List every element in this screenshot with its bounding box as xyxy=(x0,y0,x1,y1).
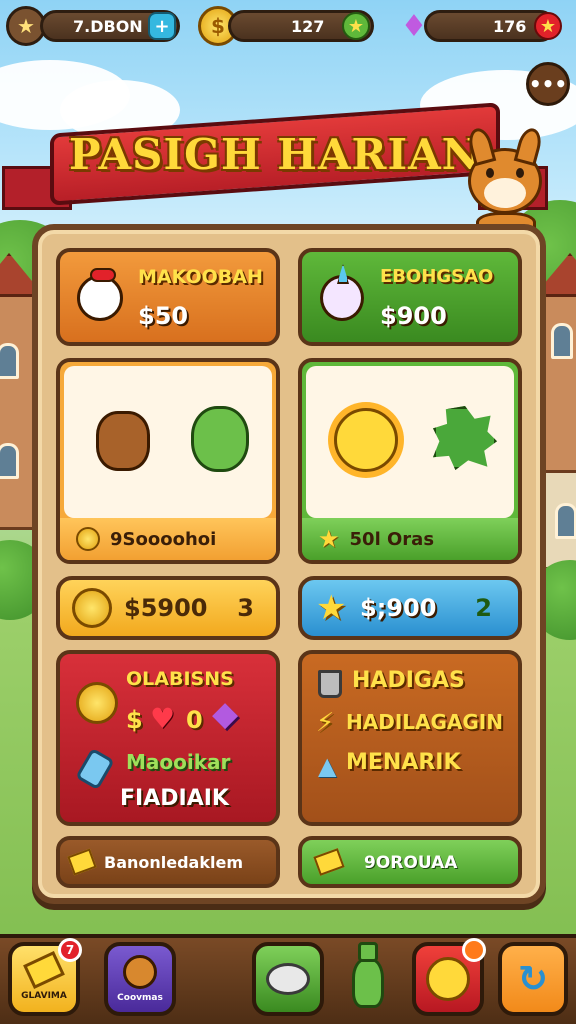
mascot-fox xyxy=(454,125,558,238)
badge-pet-icon xyxy=(426,392,504,484)
bolt-icon: ⚡ xyxy=(316,708,335,738)
nav-button-refresh[interactable]: ↻ xyxy=(498,942,568,1016)
smile-nav-icon xyxy=(426,957,470,1001)
red-panel-line2: $ xyxy=(126,706,143,734)
nav-pets-label: Coovmas xyxy=(117,993,163,1003)
nav-games-badge xyxy=(462,938,486,962)
unicorn-icon xyxy=(312,264,372,330)
bucket-icon xyxy=(318,670,342,698)
bunny-pet-icon xyxy=(182,392,258,486)
blue-bar-count: 2 xyxy=(475,594,492,622)
bear-pet-icon xyxy=(88,396,158,486)
currency2-add-button[interactable]: ★ xyxy=(342,12,370,40)
big-coin-icon xyxy=(72,588,112,628)
top-resource-bar: ★ 7.DBON + $ 127 ★ ♦ 176 ★ xyxy=(6,6,570,46)
star-bundle-bar[interactable]: ★ $;900 2 xyxy=(298,576,522,640)
gem-purple-icon: ◆ xyxy=(212,694,239,734)
ticket-nav-icon xyxy=(23,951,65,989)
blue-bar-value: $;900 xyxy=(360,594,437,622)
nav-button-games[interactable] xyxy=(412,938,486,1016)
coin-bar-count: 3 xyxy=(237,594,254,622)
pet-card-right[interactable]: ★ 50l Oras xyxy=(298,358,522,564)
green-card-value: $900 xyxy=(380,302,447,330)
tube-icon xyxy=(75,747,115,791)
potion-nav-icon[interactable] xyxy=(346,942,390,1014)
orange-card-value: $50 xyxy=(138,302,189,330)
currency3-value: 176 xyxy=(493,16,527,36)
star-small-icon: ★ xyxy=(318,525,340,553)
red-panel-line4: Maooikar xyxy=(126,750,231,774)
chicken-icon xyxy=(70,266,130,330)
brown-panel-line1: HADIGAS xyxy=(352,668,465,693)
more-menu-button[interactable]: ••• xyxy=(526,62,570,106)
orange-card-title: MAKOOBAH xyxy=(138,266,263,288)
bottom-right-button[interactable]: 9OROUAA xyxy=(298,836,522,888)
coin-stack-icon xyxy=(76,682,118,724)
brown-panel-line3: MENARIK xyxy=(346,750,461,775)
reward-panel-brown[interactable]: HADIGAS ⚡ HADILAGAGIN ▲ MENARIK xyxy=(298,650,522,826)
currency3-add-button[interactable]: ★ xyxy=(534,12,562,40)
coin-small-icon xyxy=(76,527,100,551)
pet-left-label: 9Soooohoi xyxy=(110,528,217,550)
daily-rewards-board: MAKOOBAH $50 EBOHGSAO $900 9Soooohoi ★ 5… xyxy=(32,224,546,904)
ticket-icon xyxy=(67,848,97,876)
bottom-nav-bar: GLAVIMA 7 Coovmas ↻ xyxy=(0,934,576,1024)
reward-panel-red[interactable]: OLABISNS $ ♥ 0 ◆ Maooikar FIADIAIK xyxy=(56,650,280,826)
pet-card-left[interactable]: 9Soooohoi xyxy=(56,358,280,564)
nav-button-rewards[interactable]: GLAVIMA 7 xyxy=(8,938,82,1016)
banner-title: PASIGH HARIAN xyxy=(68,129,482,179)
star-bar-icon: ★ xyxy=(316,588,347,628)
nav-rewards-label: GLAVIMA xyxy=(21,991,67,1001)
red-panel-line3: 0 xyxy=(186,706,203,734)
coin-bundle-bar[interactable]: $5900 3 xyxy=(56,576,280,640)
cat-toy-icon: ▲ xyxy=(318,752,337,780)
refresh-icon: ↻ xyxy=(517,958,549,1000)
reward-card-orange[interactable]: MAKOOBAH $50 xyxy=(56,248,280,346)
pet-right-label: 50l Oras xyxy=(349,528,435,550)
reward-card-green[interactable]: EBOHGSAO $900 xyxy=(298,248,522,346)
title-banner: PASIGH HARIAN xyxy=(2,102,548,210)
currency1-value: 7.DBON xyxy=(73,16,143,36)
nav-button-shop[interactable] xyxy=(252,942,324,1016)
bottom-right-label: 9OROUAA xyxy=(364,853,458,873)
fish-nav-icon xyxy=(266,963,310,995)
nav-rewards-badge: 7 xyxy=(58,938,82,962)
red-panel-line5: FIADIAIK xyxy=(120,786,229,811)
more-dots-icon: ••• xyxy=(528,72,568,96)
currency2-value: 127 xyxy=(291,16,325,36)
sun-pet-icon xyxy=(326,392,406,488)
gold-bar-icon xyxy=(313,848,345,876)
coin-bar-value: $5900 xyxy=(124,594,208,622)
bottom-left-label: Banonledaklem xyxy=(104,853,243,872)
bear-nav-icon xyxy=(123,955,157,989)
bottom-left-button[interactable]: Banonledaklem xyxy=(56,836,280,888)
green-card-title: EBOHGSAO xyxy=(380,266,494,287)
red-panel-line1: OLABISNS xyxy=(126,668,234,690)
heart-icon: ♥ xyxy=(150,702,176,735)
currency1-add-button[interactable]: + xyxy=(148,12,176,40)
nav-button-pets[interactable]: Coovmas xyxy=(104,942,176,1016)
brown-panel-line2: HADILAGAGIN xyxy=(346,710,503,734)
